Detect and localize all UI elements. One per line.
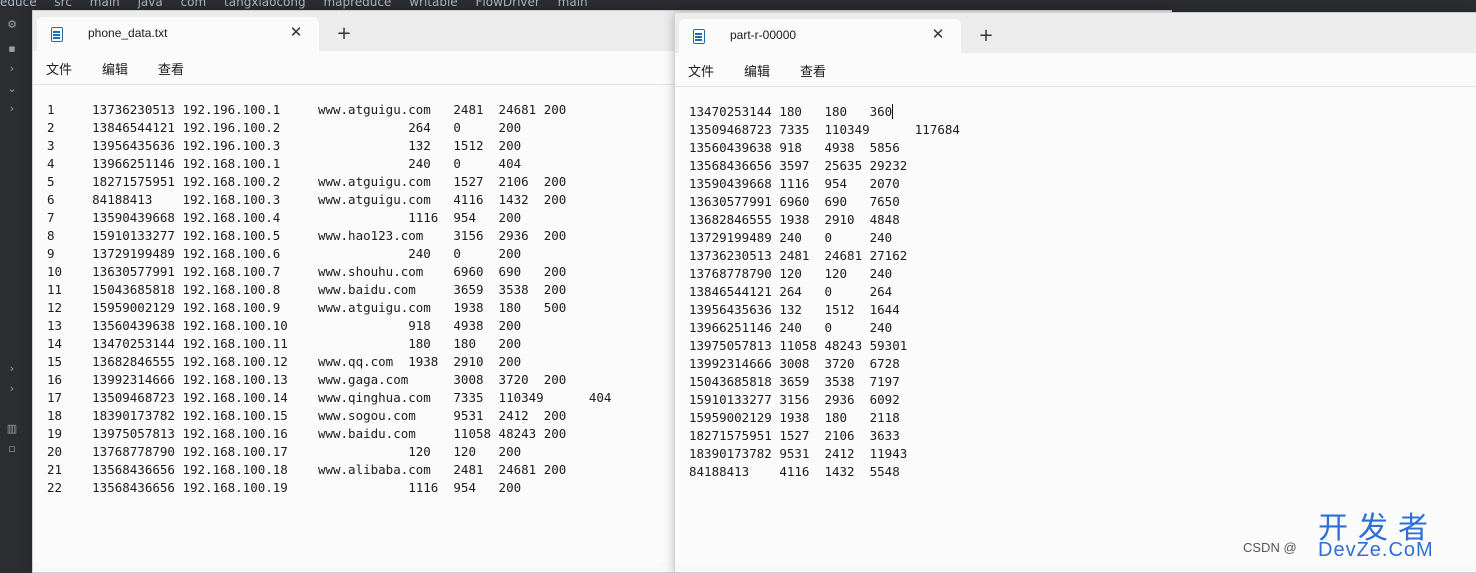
chevron-right-icon[interactable]: › <box>5 382 19 396</box>
menu-file[interactable]: 文件 <box>688 61 714 80</box>
editor-content[interactable]: 1 13736230513 192.196.100.1 www.atguigu.… <box>47 101 611 497</box>
breadcrumb-item[interactable]: com <box>181 0 207 9</box>
breadcrumb-item[interactable]: tangxiaocong <box>224 0 306 9</box>
chevron-down-icon[interactable]: ⌄ <box>5 82 19 96</box>
close-icon[interactable]: ✕ <box>287 23 305 41</box>
breadcrumb-item[interactable]: main <box>90 0 120 9</box>
text-editor[interactable]: 13470253144 180 180 360 13509468723 7335… <box>675 87 1476 564</box>
menu-view[interactable]: 查看 <box>800 61 826 80</box>
tab-title: part-r-00000 <box>730 28 797 42</box>
breadcrumb-item[interactable]: writable <box>409 0 457 9</box>
tab-part-r-00000[interactable]: part-r-00000 ✕ <box>679 19 961 53</box>
notepad-window-part-r-00000: part-r-00000 ✕ + 文件 编辑 查看 13470253144 18… <box>674 12 1476 573</box>
breadcrumb-item[interactable]: java <box>138 0 163 9</box>
tab-title: phone_data.txt <box>88 26 168 40</box>
ide-breadcrumb: educe src main java com tangxiaocong map… <box>0 0 1476 10</box>
breadcrumb-item[interactable]: FlowDriver <box>476 0 540 9</box>
folder-icon[interactable]: ▪ <box>5 42 19 56</box>
menu-edit[interactable]: 编辑 <box>102 59 128 78</box>
editor-content: 13509468723 7335 110349 117684 135604396… <box>689 122 960 479</box>
breadcrumb-item[interactable]: src <box>54 0 72 9</box>
tab-bar: part-r-00000 ✕ + <box>675 13 1476 53</box>
library-icon[interactable]: ▥ <box>5 422 19 436</box>
notepad-file-icon <box>693 29 705 44</box>
notepad-file-icon <box>51 27 63 42</box>
chevron-right-icon[interactable]: › <box>5 62 19 76</box>
menu-view[interactable]: 查看 <box>158 59 184 78</box>
ide-project-sidebar: ⚙ ▪ › ⌄ › › › ▥ ▫ <box>0 10 32 571</box>
menu-file[interactable]: 文件 <box>46 59 72 78</box>
brand-watermark-en: DevZe.CoM <box>1318 539 1434 561</box>
editor-first-line: 13470253144 180 180 360 <box>689 104 893 119</box>
gear-icon[interactable]: ⚙ <box>5 18 19 32</box>
breadcrumb-item[interactable]: mapreduce <box>323 0 391 9</box>
breadcrumb-item[interactable]: main <box>558 0 588 9</box>
breadcrumb-item[interactable]: educe <box>0 0 37 9</box>
close-icon[interactable]: ✕ <box>929 25 947 43</box>
chevron-right-icon[interactable]: › <box>5 362 19 376</box>
tab-phone-data[interactable]: phone_data.txt ✕ <box>37 17 319 51</box>
menu-bar: 文件 编辑 查看 <box>675 53 1476 87</box>
csdn-watermark: CSDN @ <box>1243 540 1297 555</box>
menu-edit[interactable]: 编辑 <box>744 61 770 80</box>
text-caret <box>892 104 894 119</box>
scratch-icon[interactable]: ▫ <box>5 442 19 456</box>
chevron-right-icon[interactable]: › <box>5 102 19 116</box>
editor-content-wrapper[interactable]: 13470253144 180 180 360 13509468723 7335… <box>689 103 960 481</box>
new-tab-button[interactable]: + <box>975 25 997 47</box>
new-tab-button[interactable]: + <box>333 23 355 45</box>
